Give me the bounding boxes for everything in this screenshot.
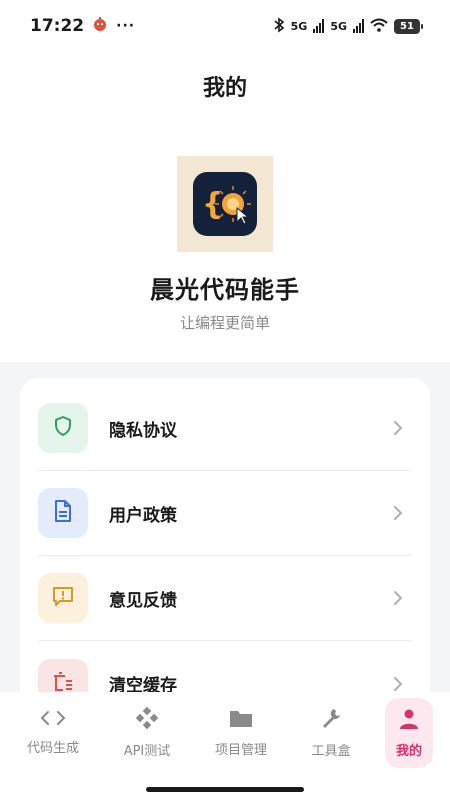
bottom-tab-bar: 代码生成 API测试 项目管理 工具盒 我的	[0, 692, 450, 800]
document-icon	[52, 499, 74, 527]
app-logo: {	[177, 156, 273, 252]
signal-icon-2	[353, 19, 364, 33]
chevron-right-icon	[388, 418, 408, 438]
tab-api-test[interactable]: API测试	[107, 700, 187, 764]
chevron-right-icon	[388, 588, 408, 608]
tab-label: 项目管理	[214, 742, 267, 758]
status-left: 17:22 ···	[30, 16, 135, 37]
menu-icon-bg	[38, 573, 88, 623]
wifi-icon	[370, 18, 388, 35]
tab-toolbox[interactable]: 工具盒	[291, 700, 371, 764]
notification-app-icon	[92, 16, 108, 37]
api-icon	[135, 706, 159, 734]
home-indicator[interactable]	[146, 787, 304, 792]
tab-code-generation[interactable]: 代码生成	[13, 700, 93, 764]
menu-icon-bg	[38, 488, 88, 538]
status-right: 5G 5G 51	[273, 16, 423, 36]
menu-item-feedback[interactable]: 意见反馈	[38, 556, 412, 641]
feedback-icon	[51, 584, 75, 612]
status-bar: 17:22 ··· 5G 5G 51	[0, 0, 450, 52]
network-label-1: 5G	[290, 19, 308, 33]
code-icon	[40, 709, 66, 731]
menu-label: 隐私协议	[109, 420, 177, 441]
chevron-right-icon	[388, 674, 408, 694]
shield-icon	[51, 414, 75, 442]
page-title: 我的	[202, 76, 247, 101]
person-icon	[398, 708, 420, 734]
menu-label: 意见反馈	[109, 590, 177, 611]
chevron-right-icon	[388, 503, 408, 523]
app-slogan: 让编程更简单	[179, 314, 270, 332]
tab-label: 工具盒	[311, 743, 351, 759]
menu-label: 用户政策	[109, 505, 177, 526]
battery-indicator: 51	[394, 18, 423, 34]
tab-label: API测试	[123, 743, 171, 759]
signal-icon	[313, 19, 325, 33]
network-label-2: 5G	[330, 19, 347, 33]
menu-item-user-policy[interactable]: 用户政策	[38, 471, 412, 556]
app-name: 晨光代码能手	[150, 276, 300, 304]
menu-item-privacy[interactable]: 隐私协议	[38, 386, 412, 471]
app-logo-icon: {	[193, 172, 257, 236]
more-notifications-indicator: ···	[116, 18, 136, 34]
menu-icon-bg	[38, 403, 88, 453]
bluetooth-icon	[273, 16, 285, 36]
tab-project-management[interactable]: 项目管理	[201, 700, 281, 764]
folder-icon	[228, 707, 254, 733]
profile-header: 我的 { 晨光代码能手 让编程更简单	[0, 52, 450, 362]
wrench-icon	[319, 706, 343, 734]
tab-label: 代码生成	[26, 740, 79, 756]
tab-label: 我的	[395, 743, 422, 759]
status-time: 17:22	[30, 16, 85, 36]
settings-menu: 隐私协议 用户政策 意见反馈 清空缓存	[20, 378, 430, 718]
tab-mine[interactable]: 我的	[385, 698, 433, 768]
